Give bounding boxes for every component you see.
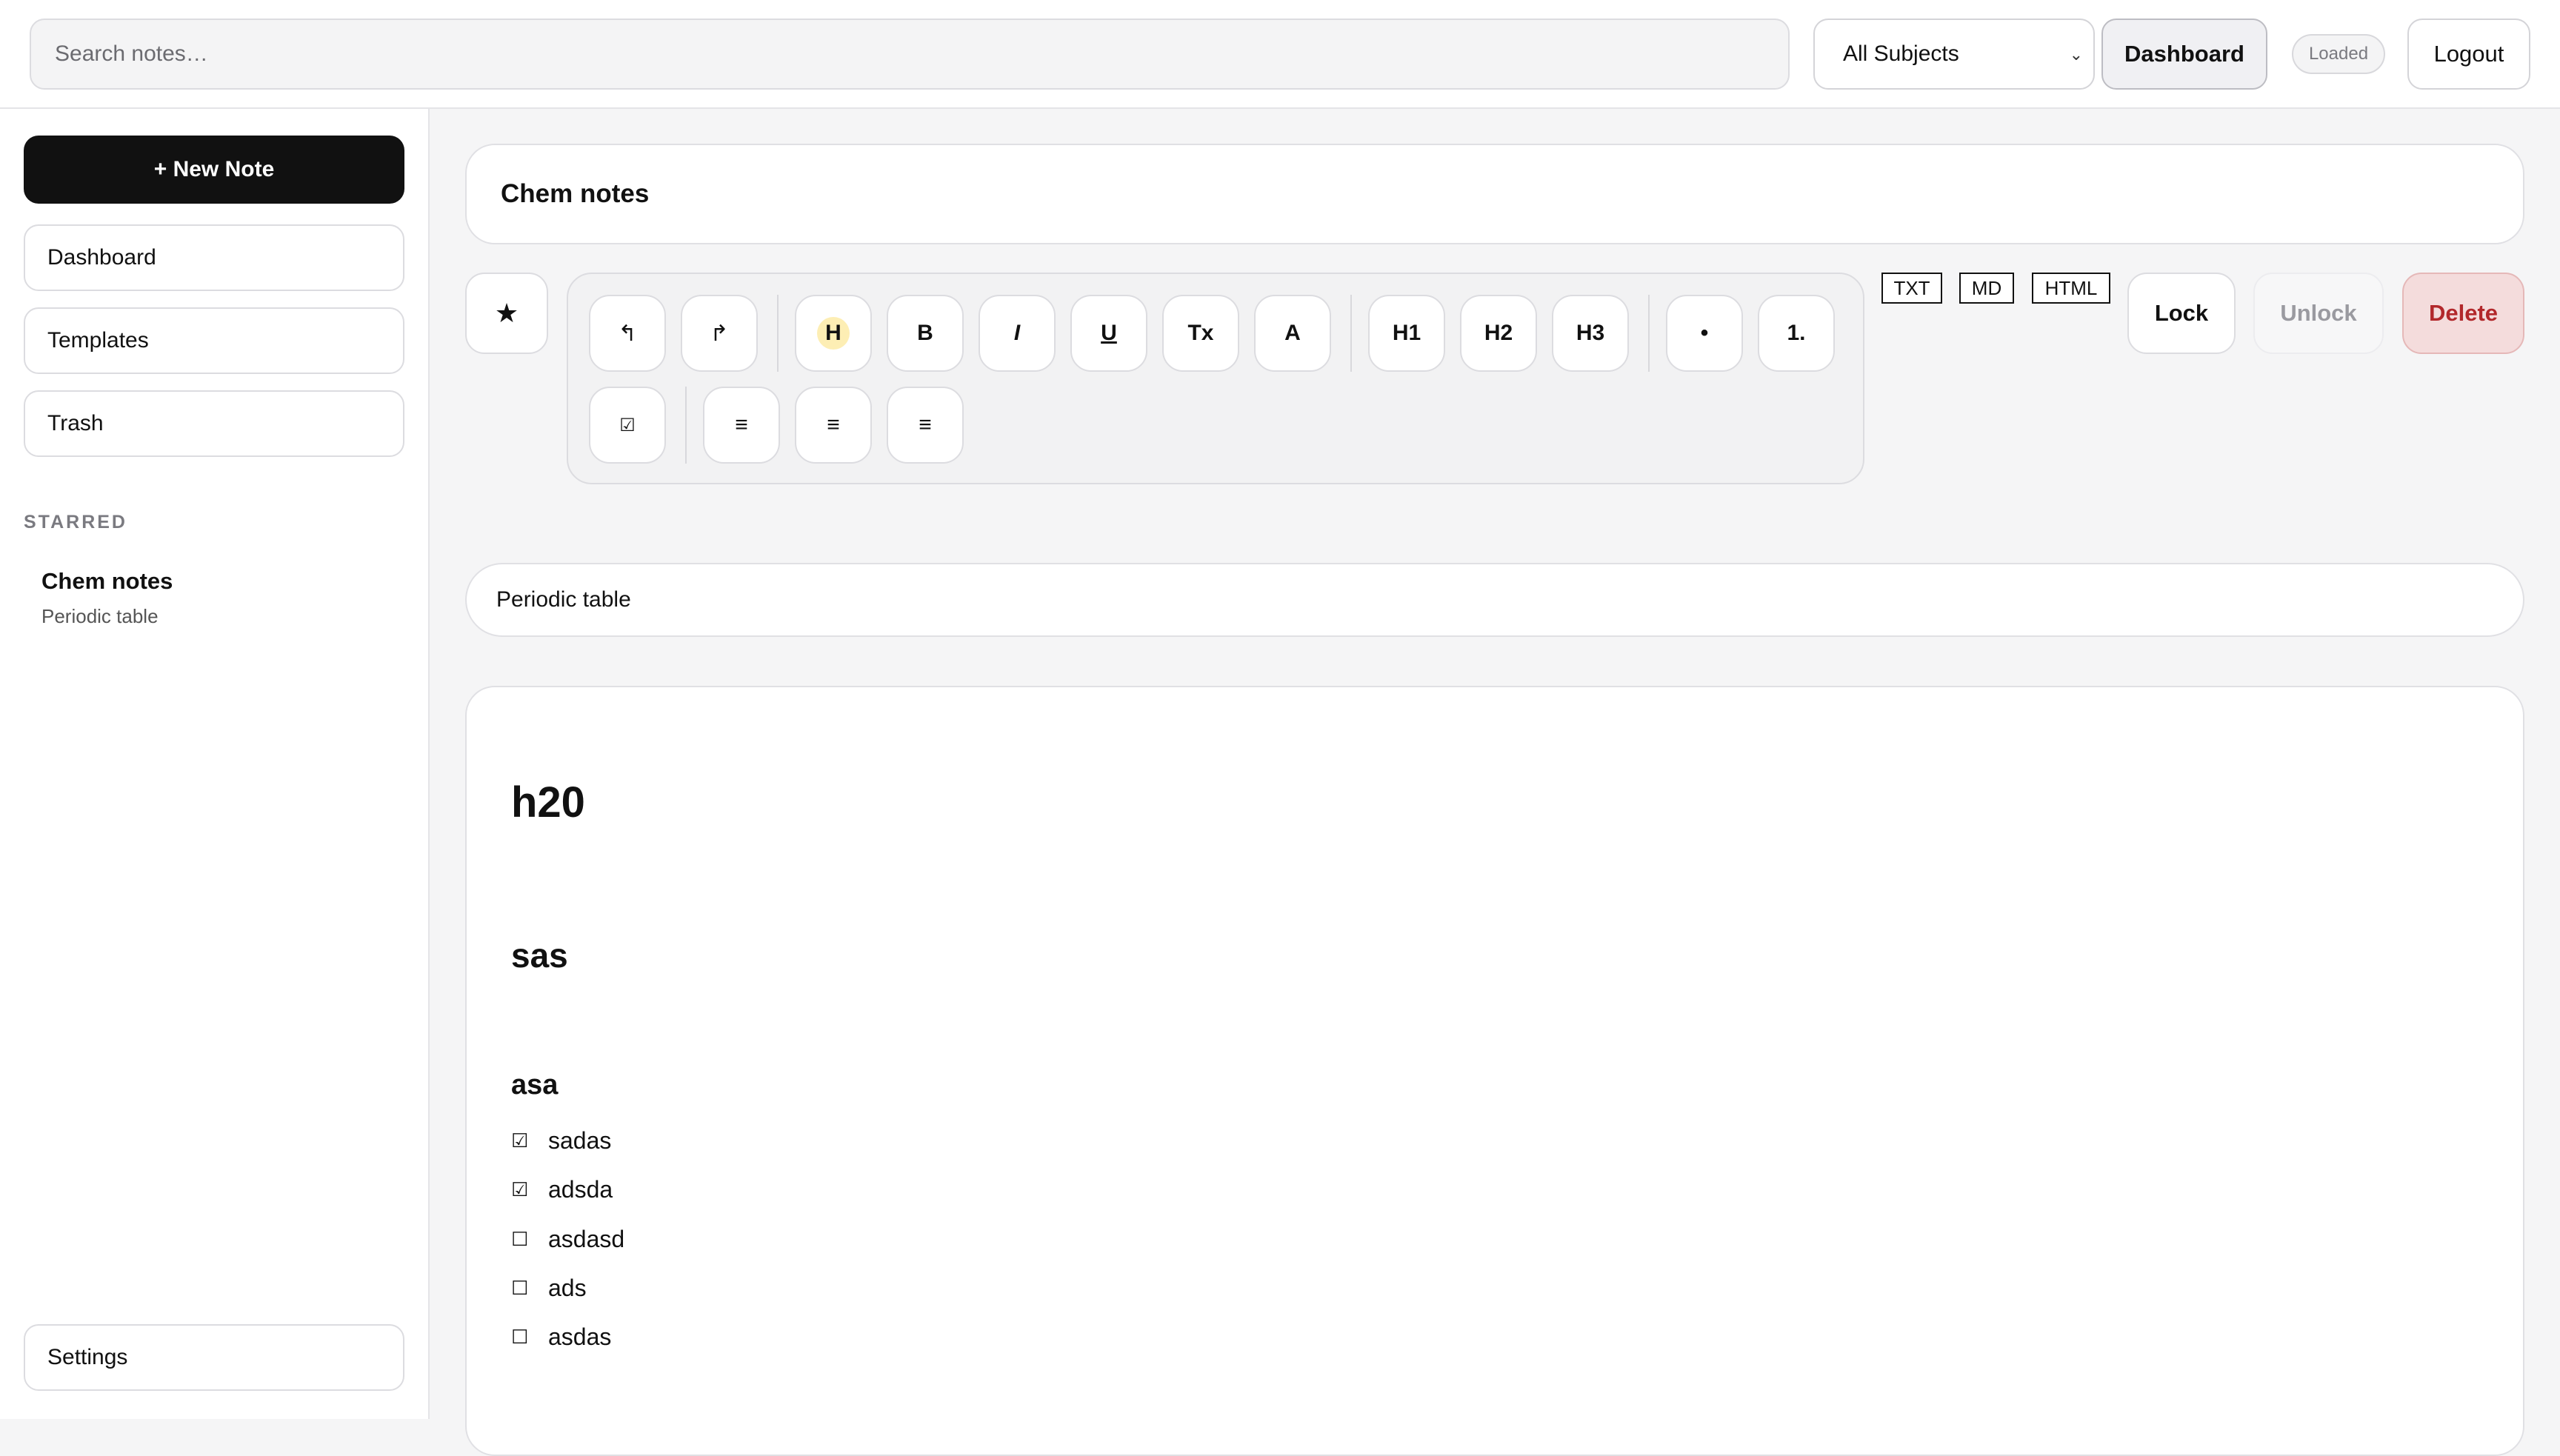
italic-button[interactable]: I [979,295,1056,372]
checklist-item: ☐ asdas [511,1318,611,1355]
checklist-item-text: asdasd [548,1225,625,1252]
heading1-button[interactable]: H1 [1368,295,1445,372]
sidebar-item-dashboard[interactable]: Dashboard [24,224,404,291]
checkbox-unchecked-icon[interactable]: ☐ [511,1277,536,1300]
sidebar-item-trash[interactable]: Trash [24,390,404,457]
sidebar: + New Note Dashboard Templates Trash STA… [0,109,430,1419]
checklist-item-text: ads [548,1274,587,1301]
highlight-icon: H [817,317,850,350]
editor-area[interactable] [465,686,2524,1456]
search-input[interactable] [30,19,1790,90]
content-heading-2: sas [511,936,568,975]
heading2-button[interactable]: H2 [1460,295,1537,372]
checklist-item-text: adsda [548,1175,613,1203]
redo-button[interactable]: ↱ [681,295,758,372]
note-title-field[interactable]: Chem notes [465,144,2524,244]
align-right-icon: ≡ [919,413,932,437]
top-bar: All Subjects ⌄ Dashboard Loaded Logout [0,0,2560,109]
checklist-item: ☐ ads [511,1269,587,1306]
toolbar-divider [777,295,779,372]
undo-button[interactable]: ↰ [589,295,666,372]
export-md-button[interactable]: MD [1959,273,2014,304]
checklist-item: ☑ sadas [511,1122,611,1159]
checklist-item: ☐ asdasd [511,1220,624,1258]
toolbar-divider [1350,295,1352,372]
starred-note-title: Chem notes [41,568,173,594]
subject-filter-select[interactable]: All Subjects ⌄ [1813,19,2095,90]
sidebar-item-templates[interactable]: Templates [24,307,404,374]
checkbox-unchecked-icon[interactable]: ☐ [511,1326,536,1349]
export-html-button[interactable]: HTML [2032,273,2110,304]
delete-button[interactable]: Delete [2402,273,2524,354]
note-subtitle-field[interactable]: Periodic table [465,563,2524,637]
sidebar-item-settings[interactable]: Settings [24,1324,404,1391]
star-button[interactable]: ★ [465,273,548,354]
new-note-button[interactable]: + New Note [24,136,404,204]
clear-format-button[interactable]: Tx [1162,295,1239,372]
chevron-down-icon: ⌄ [2069,45,2083,64]
checklist-button[interactable]: ☑ [589,387,666,464]
subject-filter-value: All Subjects [1843,41,1959,66]
align-right-button[interactable]: ≡ [887,387,964,464]
checkbox-icon: ☑ [619,415,636,435]
content-heading-1: h20 [511,778,585,826]
logout-button[interactable]: Logout [2407,19,2530,90]
starred-note-subtitle: Periodic table [41,605,159,627]
undo-icon: ↰ [618,321,637,346]
status-badge: Loaded [2292,34,2385,74]
dashboard-button[interactable]: Dashboard [2101,19,2267,90]
heading3-button[interactable]: H3 [1552,295,1629,372]
align-left-icon: ≡ [735,413,748,437]
highlight-button[interactable]: H [795,295,872,372]
checkbox-unchecked-icon[interactable]: ☐ [511,1228,536,1251]
align-center-icon: ≡ [827,413,840,437]
underline-button[interactable]: U [1070,295,1147,372]
toolbar-divider [685,387,687,464]
align-center-button[interactable]: ≡ [795,387,872,464]
ordered-list-button[interactable]: 1. [1758,295,1835,372]
starred-heading: STARRED [24,512,127,532]
content-heading-3: asa [511,1069,559,1101]
checklist-item-text: asdas [548,1323,612,1350]
lock-button[interactable]: Lock [2127,273,2236,354]
star-icon: ★ [494,298,519,328]
format-toolbar: ↰ ↱ H B I U Tx A H1 H2 H3 • 1. ☑ ≡ ≡ ≡ [567,273,1864,484]
toolbar-divider [1648,295,1650,372]
unlock-button[interactable]: Unlock [2253,273,2384,354]
text-color-button[interactable]: A [1254,295,1331,372]
export-txt-button[interactable]: TXT [1881,273,1942,304]
align-left-button[interactable]: ≡ [703,387,780,464]
checklist-item: ☑ adsda [511,1171,613,1208]
bold-button[interactable]: B [887,295,964,372]
redo-icon: ↱ [710,321,729,346]
bullet-list-button[interactable]: • [1666,295,1743,372]
checkbox-checked-icon[interactable]: ☑ [511,1129,536,1152]
checkbox-checked-icon[interactable]: ☑ [511,1178,536,1201]
checklist-item-text: sadas [548,1126,612,1154]
